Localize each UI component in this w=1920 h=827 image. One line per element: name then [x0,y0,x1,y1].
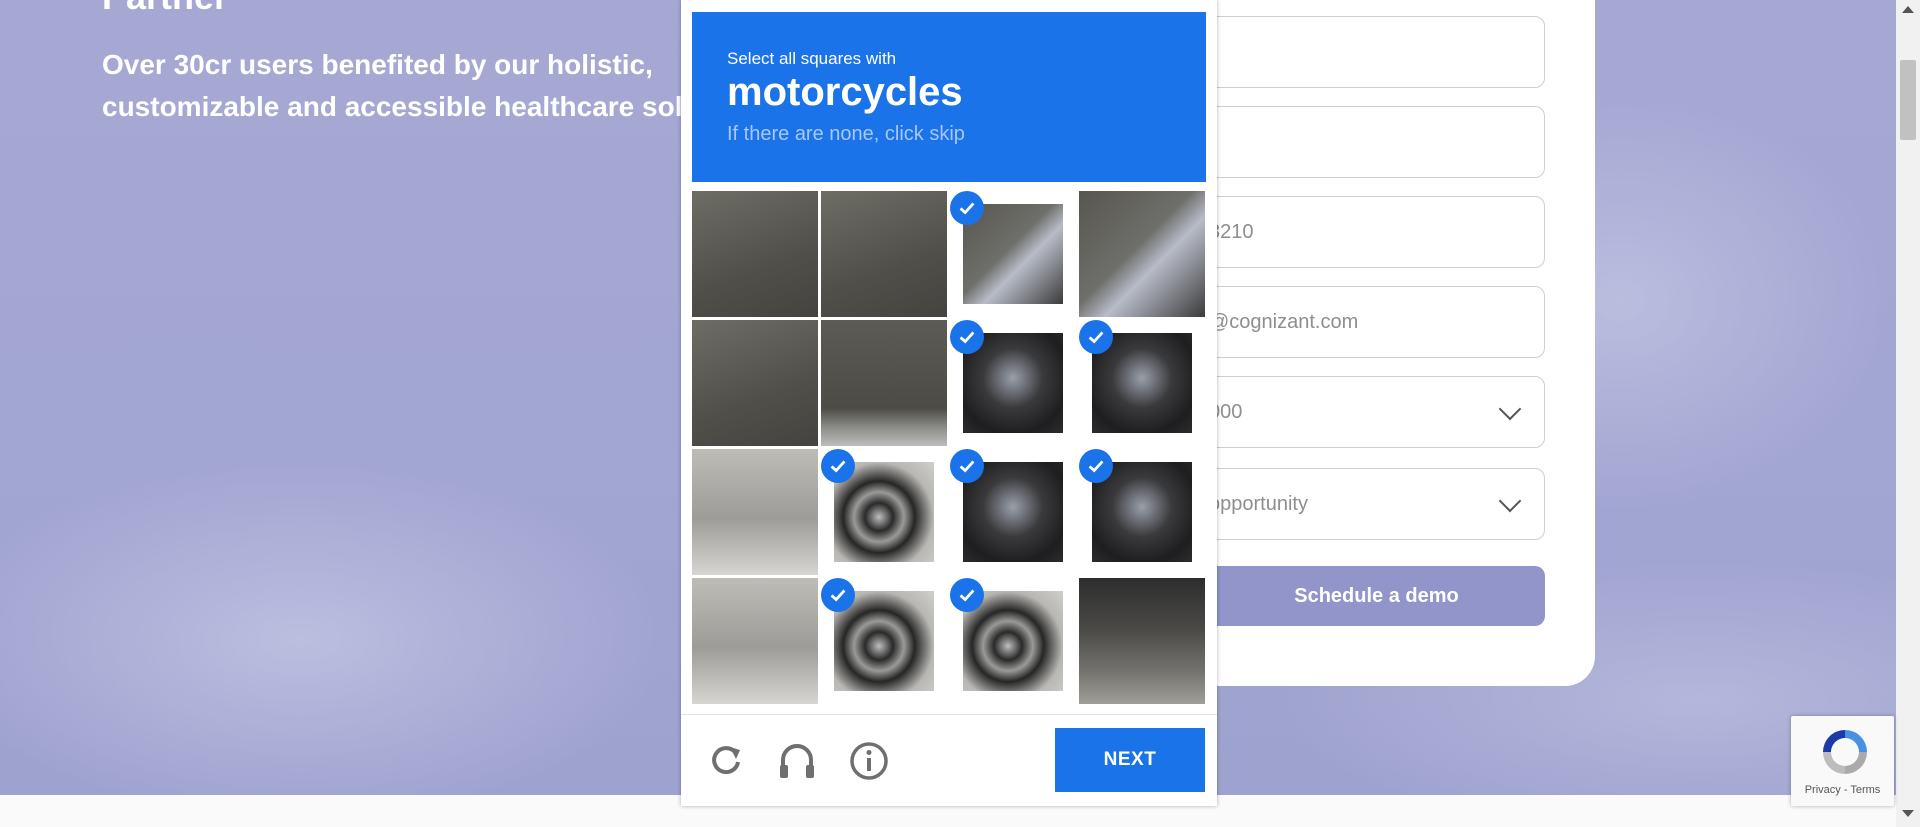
captcha-tile[interactable] [692,191,818,317]
captcha-tile[interactable] [1079,191,1205,317]
checkmark-icon [950,449,984,483]
tile-image [821,191,947,317]
captcha-tile[interactable] [1079,320,1205,446]
challenge-tile-grid [692,191,1206,705]
checkmark-icon [950,578,984,612]
captcha-tile[interactable] [950,320,1076,446]
challenge-header: Select all squares with motorcycles If t… [692,12,1206,182]
checkmark-icon [1079,320,1113,354]
headphones-icon[interactable] [774,738,820,784]
tile-image [692,449,818,575]
captcha-tile[interactable] [821,191,947,317]
checkmark-icon [821,578,855,612]
page-scrollbar[interactable] [1896,0,1920,827]
scrollbar-thumb[interactable] [1900,60,1916,140]
captcha-tile[interactable] [1079,578,1205,704]
privacy-link[interactable]: Privacy [1805,784,1841,796]
tile-image [692,191,818,317]
hero-title: Partner [102,0,228,18]
captcha-tile[interactable] [821,578,947,704]
tile-image [692,320,818,446]
captcha-tile[interactable] [821,320,947,446]
challenge-divider [681,714,1217,715]
tile-image [1079,578,1205,704]
captcha-tile[interactable] [1079,449,1205,575]
challenge-hint: If there are none, click skip [727,123,965,145]
recaptcha-challenge-dialog: Select all squares with motorcycles If t… [681,0,1217,806]
recaptcha-terms: Privacy - Terms [1804,784,1881,796]
checkmark-icon [1079,449,1113,483]
captcha-tile[interactable] [692,449,818,575]
checkmark-icon [950,320,984,354]
next-button[interactable]: NEXT [1055,728,1205,792]
reload-icon[interactable] [703,738,749,784]
challenge-target: motorcycles [727,70,963,114]
hero-subtitle: Over 30cr users benefited by our holisti… [102,49,700,122]
terms-link[interactable]: Terms [1850,784,1880,796]
captcha-tile[interactable] [692,320,818,446]
recaptcha-logo-icon [1823,730,1867,774]
tile-image [1079,191,1205,317]
captcha-tile[interactable] [950,578,1076,704]
scroll-down-arrow-icon[interactable] [1902,810,1914,817]
checkmark-icon [950,191,984,225]
captcha-tile[interactable] [950,191,1076,317]
checkmark-icon [821,449,855,483]
tile-image [692,578,818,704]
captcha-tile[interactable] [821,449,947,575]
chevron-down-icon [1498,489,1522,513]
captcha-tile[interactable] [692,578,818,704]
recaptcha-badge[interactable]: Privacy - Terms [1791,716,1894,806]
captcha-tile[interactable] [950,449,1076,575]
chevron-down-icon [1498,397,1522,421]
info-icon[interactable] [846,738,892,784]
challenge-instruction: Select all squares with [727,49,897,68]
tile-image [821,320,947,446]
scroll-up-arrow-icon[interactable] [1902,6,1914,13]
